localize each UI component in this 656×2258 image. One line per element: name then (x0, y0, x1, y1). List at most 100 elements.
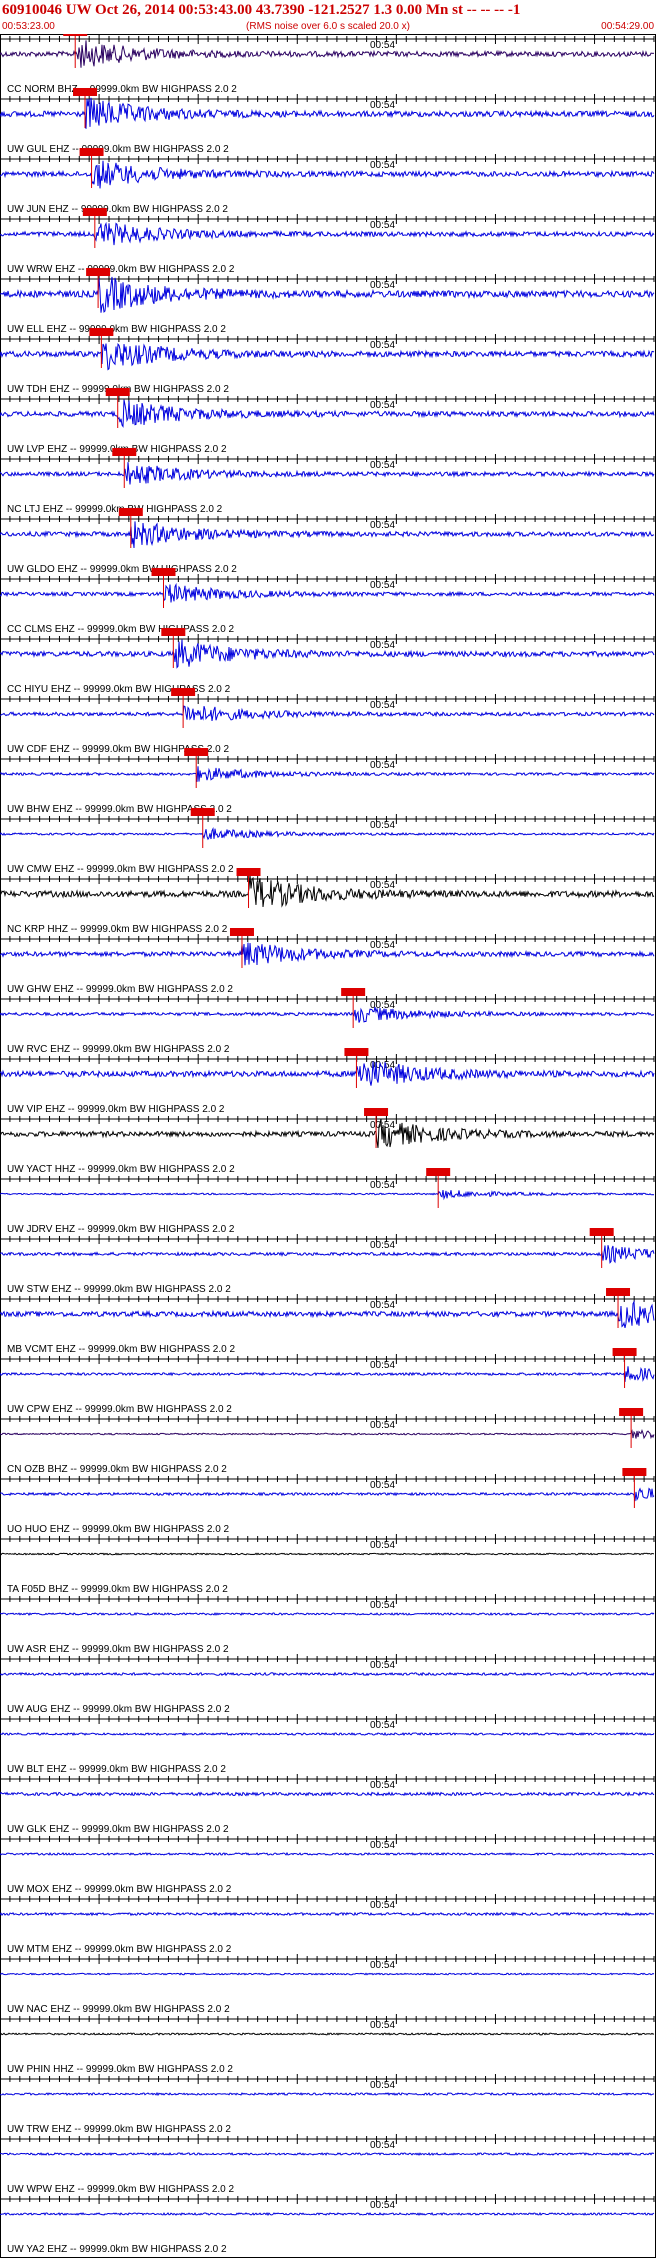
trace-row: 00:54 UW ASR EHZ -- 99999.0km BW HIGHPASS… (0, 1594, 655, 1655)
pick-flag (341, 988, 366, 996)
waveform (0, 1791, 655, 1797)
pick-flag (589, 1228, 614, 1236)
trace-row: 00:54 UW CPW EHZ -- 99999.0km BW HIGHPASS… (0, 1348, 655, 1415)
pick-flag (73, 88, 98, 96)
trace-row: 00:54UW BHW EHZ -- 99999.0km BW HIGHPASS… (0, 748, 655, 815)
minute-label: 00:54 (370, 580, 395, 591)
station-label: UW MTM EHZ -- 99999.0km BW HIGHPASS 2.0 … (7, 1944, 232, 1955)
waveform (0, 462, 655, 485)
trace-row: 00:54 UW TRW EHZ -- 99999.0km BW HIGHPASS… (0, 2074, 655, 2135)
waveform (0, 1118, 655, 1148)
station-label: MB VCMT EHZ -- 99999.0km BW HIGHPASS 2.0… (7, 1344, 235, 1355)
station-label: UW CMW EHZ -- 99999.0km BW HIGHPASS 2.0 … (7, 864, 234, 875)
waveform (0, 1612, 655, 1616)
station-label: CC NORM BHZ -- 99999.0km BW HIGHPASS 2.0… (7, 84, 237, 95)
waveform (0, 2152, 655, 2156)
minute-label: 00:54 (370, 1900, 395, 1911)
trace-row: 00:54 UW YA2 EHZ -- 99999.0km BW HIGHPASS… (0, 2194, 655, 2255)
pick-flag (184, 748, 209, 756)
station-label: UW MOX EHZ -- 99999.0km BW HIGHPASS 2.0 … (7, 1884, 232, 1895)
minute-label: 00:54 (370, 760, 395, 771)
waveform (0, 343, 655, 371)
pick-flag (79, 148, 104, 156)
waveform (0, 40, 655, 68)
minute-label: 00:54 (370, 1360, 395, 1371)
pick-flag (622, 1468, 647, 1476)
waveform (0, 1671, 655, 1677)
waveform (0, 2032, 655, 2036)
minute-label: 00:54 (370, 1180, 395, 1191)
station-label: NC KRP HHZ -- 99999.0km BW HIGHPASS 2.0 … (7, 924, 228, 935)
minute-label: 00:54 (370, 460, 395, 471)
pick-flag (612, 1348, 637, 1356)
waveform (0, 1972, 655, 1976)
minute-label: 00:54 (370, 700, 395, 711)
waveform (0, 1851, 655, 1857)
station-label: UW TRW EHZ -- 99999.0km BW HIGHPASS 2.0 … (7, 2124, 231, 2135)
minute-label: 00:54 (370, 2200, 395, 2211)
waveform (0, 2211, 655, 2217)
trace-row: 00:54 UW GLDO EHZ -- 99999.0km BW HIGHPAS… (0, 508, 655, 575)
station-label: UW YA2 EHZ -- 99999.0km BW HIGHPASS 2.0 … (7, 2244, 227, 2255)
waveform (0, 521, 655, 549)
station-label: UO HUO EHZ -- 99999.0km BW HIGHPASS 2.0 … (7, 1524, 230, 1535)
trace-row: 00:54 CC NORM BHZ -- 99999.0km BW HIGHPAS… (0, 34, 655, 95)
pick-flag (606, 1288, 631, 1296)
minute-label: 00:54 (370, 520, 395, 531)
waveform (0, 639, 655, 669)
trace-row: 00:54 UW GHW EHZ -- 99999.0km BW HIGHPASS… (0, 928, 655, 995)
station-label: UW BLT EHZ -- 99999.0km BW HIGHPASS 2.0 … (7, 1764, 226, 1775)
minute-label: 00:54 (370, 40, 395, 51)
station-label: UW ELL EHZ -- 99999.0km BW HIGHPASS 2.0 … (7, 324, 226, 335)
waveform (0, 399, 655, 428)
minute-label: 00:54 (370, 940, 395, 951)
station-label: CC HIYU EHZ -- 99999.0km BW HIGHPASS 2.0… (7, 684, 231, 695)
minute-label: 00:54 (370, 1240, 395, 1251)
minute-label: 00:54 (370, 400, 395, 411)
station-label: UW VIP EHZ -- 99999.0km BW HIGHPASS 2.0 … (7, 1104, 225, 1115)
trace-row: 00:54 UW BLT EHZ -- 99999.0km BW HIGHPASS… (0, 1714, 655, 1775)
station-label: UW WRW EHZ -- 99999.0km BW HIGHPASS 2.0 … (7, 264, 235, 275)
trace-row: 00:54UW YACT HHZ -- 99999.0km BW HIGHPAS… (0, 1108, 655, 1175)
waveform (0, 1552, 655, 1556)
minute-label: 00:54 (370, 2020, 395, 2031)
minute-label: 00:54 (370, 1660, 395, 1671)
minute-label: 00:54 (370, 160, 395, 171)
trace-row: 00:54 UW ELL EHZ -- 99999.0km BW HIGHPASS… (0, 268, 655, 335)
trace-row: 00:54 CC HIYU EHZ -- 99999.0km BW HIGHPAS… (0, 628, 655, 695)
waveform (0, 97, 655, 129)
station-label: UW GLK EHZ -- 99999.0km BW HIGHPASS 2.0 … (7, 1824, 229, 1835)
trace-row: 00:54 MB VCMT EHZ -- 99999.0km BW HIGHPAS… (0, 1288, 655, 1355)
pick-flag (161, 628, 186, 636)
waveform (0, 1731, 655, 1737)
waveform (0, 160, 655, 189)
trace-row: 00:54 UW STW EHZ -- 99999.0km BW HIGHPASS… (0, 1228, 655, 1295)
waveform (0, 942, 655, 966)
waveform (0, 582, 655, 603)
trace-row: 00:54 UW CMW EHZ -- 99999.0km BW HIGHPASS… (0, 808, 655, 875)
waveform (0, 1366, 655, 1383)
trace-row: 00:54 UW NAC EHZ -- 99999.0km BW HIGHPASS… (0, 1954, 655, 2015)
pick-flag (82, 208, 107, 216)
station-label: UW JUN EHZ -- 99999.0km BW HIGHPASS 2.0 … (7, 204, 228, 215)
pick-flag (86, 268, 111, 276)
minute-label: 00:54 (370, 820, 395, 831)
station-label: CC CLMS EHZ -- 99999.0km BW HIGHPASS 2.0… (7, 624, 235, 635)
station-label: UW JDRV EHZ -- 99999.0km BW HIGHPASS 2.0… (7, 1224, 235, 1235)
minute-label: 00:54 (370, 2140, 395, 2151)
trace-row: 00:54 UW JUN EHZ -- 99999.0km BW HIGHPASS… (0, 148, 655, 215)
minute-label: 00:54 (370, 2080, 395, 2091)
station-label: UW CPW EHZ -- 99999.0km BW HIGHPASS 2.0 … (7, 1404, 232, 1415)
trace-row: 00:54 UW WPW EHZ -- 99999.0km BW HIGHPASS… (0, 2134, 655, 2195)
minute-label: 00:54 (370, 340, 395, 351)
seismogram-traces: 00:54 CC NORM BHZ -- 99999.0km BW HIGHPAS… (0, 34, 656, 2258)
trace-row: 00:54 TA F05D BHZ -- 99999.0km BW HIGHPAS… (0, 1534, 655, 1595)
minute-label: 00:54 (370, 1540, 395, 1551)
trace-row: 00:54 UW PHIN HHZ -- 99999.0km BW HIGHPAS… (0, 2014, 655, 2075)
minute-label: 00:54 (370, 220, 395, 231)
station-label: UW ASR EHZ -- 99999.0km BW HIGHPASS 2.0 … (7, 1644, 229, 1655)
waveform (0, 1006, 655, 1023)
station-label: UW RVC EHZ -- 99999.0km BW HIGHPASS 2.0 … (7, 1044, 230, 1055)
plot-frame (0, 34, 656, 2258)
station-label: NC LTJ EHZ -- 99999.0km BW HIGHPASS 2.0 … (7, 504, 223, 515)
